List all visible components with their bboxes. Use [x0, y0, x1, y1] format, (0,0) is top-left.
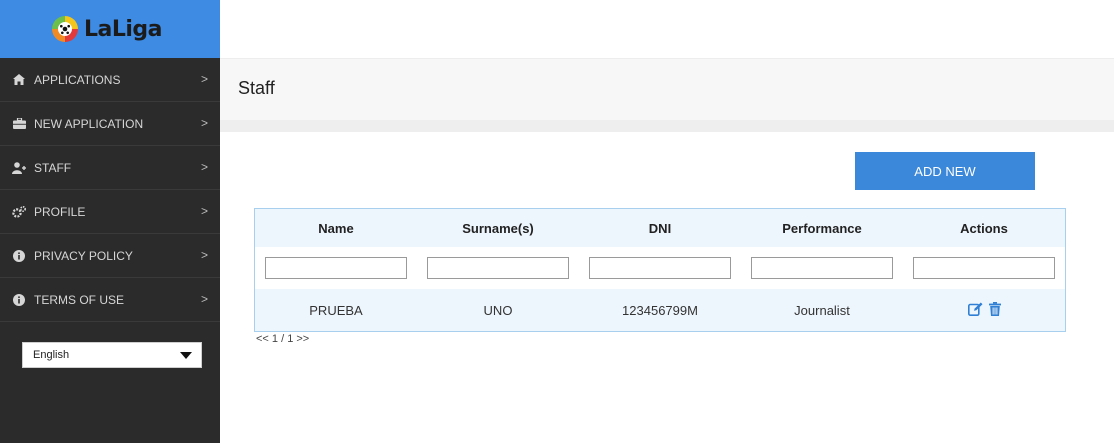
performance-filter-input[interactable]	[751, 257, 893, 279]
row-actions	[967, 301, 1001, 319]
briefcase-icon	[12, 117, 26, 131]
page-header: Staff	[220, 58, 1114, 121]
actions-filter-input[interactable]	[913, 257, 1055, 279]
sidebar-nav: APPLICATIONS > NEW APPLICATION > STAFF >…	[0, 58, 220, 322]
info-icon	[12, 293, 26, 307]
chevron-right-icon: >	[200, 292, 208, 306]
column-header-name[interactable]: Name	[255, 209, 417, 247]
pagination[interactable]: << 1 / 1 >>	[256, 333, 309, 345]
staff-table: Name Surname(s) DNI Performance Actions …	[254, 208, 1066, 332]
sidebar-item-applications[interactable]: APPLICATIONS >	[0, 58, 220, 102]
cell-actions	[903, 289, 1065, 331]
sidebar-item-label: PROFILE	[34, 204, 86, 219]
edit-icon[interactable]	[967, 302, 983, 319]
sidebar-item-label: STAFF	[34, 160, 72, 175]
chevron-right-icon: >	[200, 72, 208, 86]
sidebar-item-privacy-policy[interactable]: PRIVACY POLICY >	[0, 234, 220, 278]
filter-cell	[417, 247, 579, 289]
sidebar-item-label: NEW APPLICATION	[34, 116, 144, 131]
chevron-right-icon: >	[200, 204, 208, 218]
cell-surname: UNO	[483, 302, 513, 318]
sidebar-item-label: TERMS OF USE	[34, 292, 125, 307]
column-header-surname[interactable]: Surname(s)	[417, 209, 579, 247]
name-filter-input[interactable]	[265, 257, 407, 279]
filter-cell	[741, 247, 903, 289]
info-icon	[12, 249, 26, 263]
column-header-performance[interactable]: Performance	[741, 209, 903, 247]
sidebar-item-staff[interactable]: STAFF >	[0, 146, 220, 190]
laliga-logo[interactable]: LaLiga	[50, 12, 163, 46]
add-user-icon	[12, 161, 26, 175]
sidebar: LaLiga APPLICATIONS > NEW APPLICATION > …	[0, 0, 220, 443]
cogs-icon	[12, 205, 26, 219]
language-select-value: English	[33, 349, 70, 361]
surname-filter-input[interactable]	[427, 257, 569, 279]
divider	[220, 120, 1114, 132]
filter-cell	[903, 247, 1065, 289]
table-header-row: Name Surname(s) DNI Performance Actions	[255, 209, 1065, 247]
column-header-actions: Actions	[960, 220, 1008, 236]
page-title: Staff	[238, 78, 275, 98]
sidebar-item-profile[interactable]: PROFILE >	[0, 190, 220, 234]
chevron-right-icon: >	[200, 248, 208, 262]
dni-filter-input[interactable]	[589, 257, 731, 279]
filter-cell	[255, 247, 417, 289]
cell-performance: Journalist	[794, 302, 850, 318]
trash-icon[interactable]	[988, 301, 1001, 319]
caret-down-icon	[180, 352, 192, 359]
cell-dni: 123456799M	[622, 302, 698, 318]
table-filter-row	[255, 247, 1065, 289]
logo-header: LaLiga	[0, 0, 220, 58]
laliga-emblem-icon	[52, 16, 78, 42]
add-new-button[interactable]: ADD NEW	[855, 152, 1035, 190]
chevron-right-icon: >	[200, 160, 208, 174]
home-icon	[12, 73, 26, 87]
sidebar-item-label: APPLICATIONS	[34, 72, 121, 87]
sidebar-item-terms-of-use[interactable]: TERMS OF USE >	[0, 278, 220, 322]
sidebar-item-label: PRIVACY POLICY	[34, 248, 133, 263]
chevron-right-icon: >	[200, 116, 208, 130]
main-content: Staff ADD NEW Name Surname(s) DNI Perfor…	[220, 0, 1114, 443]
language-select[interactable]: English	[22, 342, 202, 368]
filter-cell	[579, 247, 741, 289]
table-row: PRUEBA UNO 123456799M Journalist	[255, 289, 1065, 331]
column-header-dni[interactable]: DNI	[579, 209, 741, 247]
logo-text: LaLiga	[84, 16, 163, 42]
sidebar-item-new-application[interactable]: NEW APPLICATION >	[0, 102, 220, 146]
cell-name: PRUEBA	[309, 302, 363, 318]
